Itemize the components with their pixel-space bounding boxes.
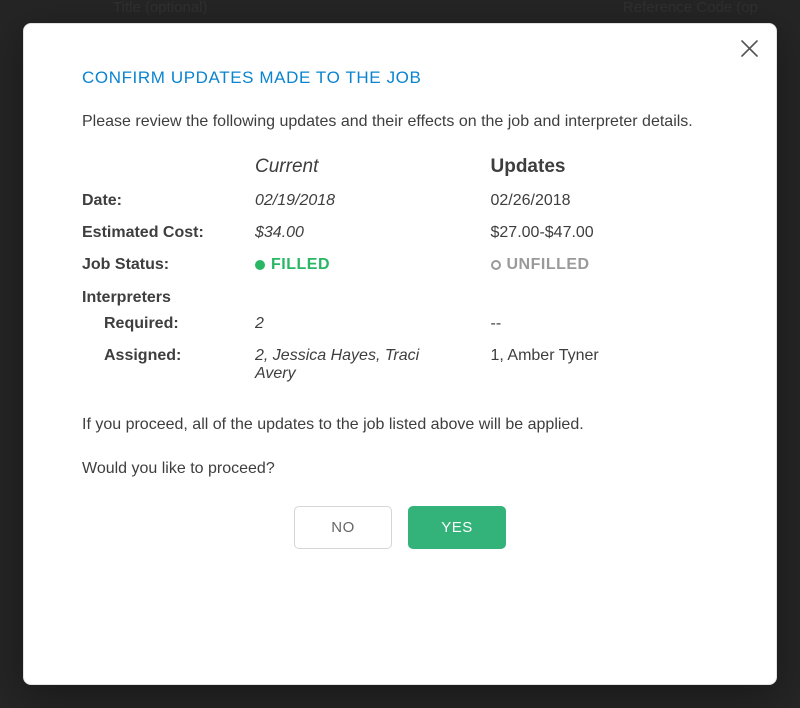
close-button[interactable] [741,40,758,57]
cost-updates: $27.00-$47.00 [491,224,719,242]
status-updates-text: UNFILLED [507,256,590,274]
row-required-label: Required: [82,315,247,333]
no-button[interactable]: NO [294,506,392,549]
row-status-label: Job Status: [82,256,247,275]
dot-icon [255,260,265,270]
cost-current: $34.00 [255,224,483,242]
assigned-updates: 1, Amber Tyner [491,347,719,383]
yes-button[interactable]: YES [408,506,506,549]
status-updates: UNFILLED [491,256,719,275]
status-badge-unfilled: UNFILLED [491,256,590,274]
status-current: FILLED [255,256,483,275]
modal-intro: Please review the following updates and … [82,110,718,134]
ring-icon [491,260,501,270]
confirm-updates-modal: CONFIRM UPDATES MADE TO THE JOB Please r… [23,23,777,685]
date-updates: 02/26/2018 [491,192,719,210]
row-interpreters-label: Interpreters [82,289,718,307]
comparison-grid: Current Updates Date: 02/19/2018 02/26/2… [82,156,718,383]
footer-note: If you proceed, all of the updates to th… [82,413,718,438]
button-row: NO YES [82,506,718,549]
col-header-updates: Updates [491,156,719,178]
row-cost-label: Estimated Cost: [82,224,247,242]
col-header-current: Current [255,156,483,178]
status-badge-filled: FILLED [255,256,330,274]
row-date-label: Date: [82,192,247,210]
status-current-text: FILLED [271,256,330,274]
assigned-current: 2, Jessica Hayes, Traci Avery [255,347,445,383]
required-updates: -- [491,315,719,333]
close-icon [741,40,758,57]
proceed-question: Would you like to proceed? [82,460,718,478]
modal-title: CONFIRM UPDATES MADE TO THE JOB [82,68,718,88]
required-current: 2 [255,315,483,333]
date-current: 02/19/2018 [255,192,483,210]
row-assigned-label: Assigned: [82,347,247,383]
